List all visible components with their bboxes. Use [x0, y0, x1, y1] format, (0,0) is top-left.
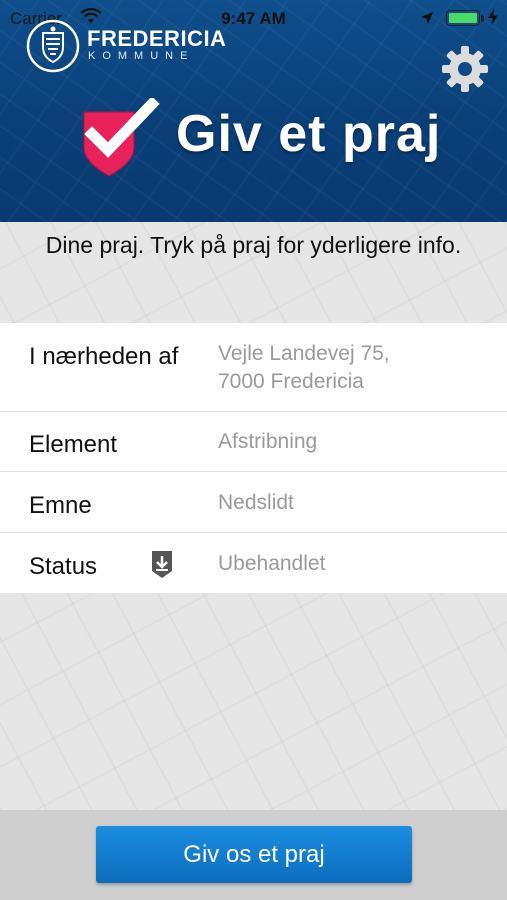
- praj-details-table: I nærheden af Vejle Landevej 75, 7000 Fr…: [0, 323, 507, 593]
- detail-label: Element: [29, 431, 118, 458]
- battery-icon: [446, 10, 480, 26]
- battery-tip: [481, 15, 484, 22]
- page-subtitle: Dine praj. Tryk på praj for yderligere i…: [45, 232, 462, 258]
- location-line1: Vejle Landevej 75,: [218, 342, 390, 365]
- detail-row-status[interactable]: Status Ubehandlet: [0, 533, 507, 593]
- org-subtitle: KOMMUNE: [88, 50, 195, 62]
- location-line2: 7000 Fredericia: [218, 370, 364, 393]
- app-header: Carrier 9:47 AM FREDERICIA KOMMUNE Giv e…: [0, 0, 507, 222]
- fredericia-crest-icon: [26, 19, 80, 78]
- detail-value: Vejle Landevej 75, 7000 Fredericia: [218, 340, 390, 396]
- detail-row-subject[interactable]: Emne Nedslidt: [0, 472, 507, 533]
- location-arrow-icon: [420, 10, 434, 30]
- detail-row-element[interactable]: Element Afstribning: [0, 412, 507, 472]
- detail-row-location[interactable]: I nærheden af Vejle Landevej 75, 7000 Fr…: [0, 323, 507, 412]
- give-praj-button[interactable]: Giv os et praj: [96, 826, 412, 883]
- charging-icon: [488, 9, 498, 29]
- detail-label: Emne: [29, 492, 92, 519]
- app-title: Giv et praj: [176, 105, 442, 163]
- download-tag-icon: [150, 549, 174, 584]
- detail-label: I nærheden af: [29, 343, 179, 370]
- detail-value: Nedslidt: [218, 491, 294, 514]
- gear-icon[interactable]: [440, 44, 490, 99]
- detail-value: Afstribning: [218, 430, 318, 453]
- shield-checkmark-icon: [80, 96, 160, 185]
- detail-label: Status: [29, 553, 98, 580]
- detail-value: Ubehandlet: [218, 552, 326, 575]
- org-name: FREDERICIA: [87, 26, 227, 51]
